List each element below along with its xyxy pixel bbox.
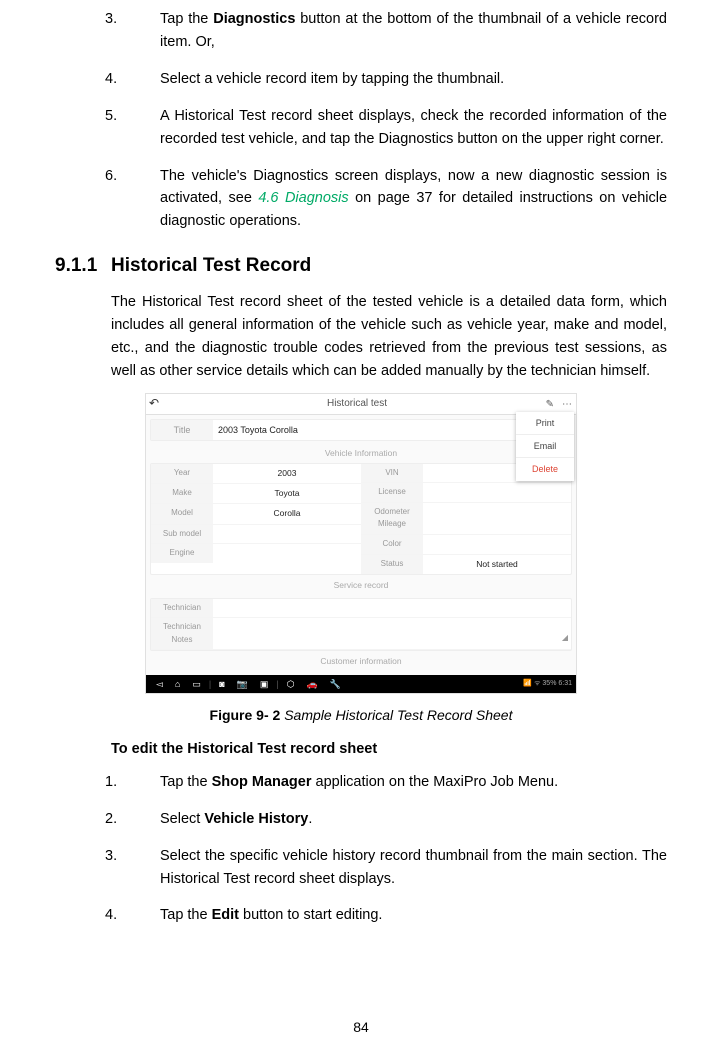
screenshot-icon[interactable]: ◙ [219, 677, 224, 691]
page-number: 84 [0, 1016, 722, 1038]
section-label: Vehicle Information [150, 445, 572, 462]
section-heading: 9.1.1 Historical Test Record [55, 251, 667, 281]
field-label: Engine [151, 544, 213, 563]
top-numbered-list: 3. Tap the Diagnostics button at the bot… [55, 8, 667, 233]
list-item: 3. Tap the Diagnostics button at the bot… [55, 8, 667, 54]
field-value[interactable] [423, 503, 571, 534]
field-label: Color [361, 535, 423, 554]
field-label: Model [151, 504, 213, 523]
figure-caption: Figure 9- 2 Sample Historical Test Recor… [55, 704, 667, 726]
menu-item-print[interactable]: Print [516, 412, 574, 435]
item-number: 1. [55, 771, 160, 794]
field-value[interactable]: 2003 Toyota Corolla [213, 420, 303, 440]
section-label: Service record [150, 577, 572, 594]
item-number: 4. [55, 68, 160, 91]
bottom-numbered-list: 1. Tap the Shop Manager application on t… [55, 771, 667, 928]
overflow-menu: Print Email Delete [516, 412, 574, 481]
field-label: Year [151, 464, 213, 483]
menu-item-delete[interactable]: Delete [516, 458, 574, 480]
field-value[interactable] [213, 544, 361, 563]
vehicle-info-grid: Year2003 MakeToyota ModelCorolla Sub mod… [150, 463, 572, 576]
figure: ↶ Historical test ✎ ⋯ Print Email Delete… [55, 393, 667, 726]
body-paragraph: The Historical Test record sheet of the … [111, 291, 667, 383]
recents-nav-icon[interactable]: ▭ [192, 677, 201, 691]
camera-icon[interactable]: 📷 [237, 677, 248, 691]
list-item: 2. Select Vehicle History. [55, 808, 667, 831]
item-text: Select Vehicle History. [160, 808, 667, 831]
field-value[interactable] [213, 599, 571, 618]
car-icon[interactable]: 🚗 [307, 677, 318, 691]
home-nav-icon[interactable]: ⌂ [175, 677, 180, 691]
status-text: 📶 ᯤ 35% 6:31 [523, 678, 572, 689]
field-value[interactable]: Not started [423, 555, 571, 574]
section-number: 9.1.1 [55, 251, 111, 281]
field-label: Odometer Mileage [361, 503, 423, 534]
item-number: 5. [55, 105, 160, 151]
back-icon[interactable]: ↶ [146, 394, 162, 413]
list-item: 4. Tap the Edit button to start editing. [55, 904, 667, 927]
back-nav-icon[interactable]: ◅ [156, 677, 163, 691]
list-item: 3. Select the specific vehicle history r… [55, 845, 667, 891]
field-label: Technician Notes [151, 618, 213, 649]
field-label: Make [151, 484, 213, 503]
title-field: Title 2003 Toyota Corolla [150, 419, 572, 441]
resize-handle-icon[interactable]: ◢ [562, 632, 568, 645]
item-text: Tap the Diagnostics button at the bottom… [160, 8, 667, 54]
android-navbar: ◅ ⌂ ▭ | ◙ 📷 ▣ | ⬡ 🚗 🔧 📶 ᯤ 35% 6:31 [146, 675, 576, 693]
field-label: VIN [361, 464, 423, 483]
vci-icon[interactable]: ⬡ [287, 677, 295, 691]
menu-item-email[interactable]: Email [516, 435, 574, 458]
section-label: Customer information [150, 653, 572, 670]
field-label: Sub model [151, 525, 213, 544]
field-label: License [361, 483, 423, 502]
field-value[interactable] [423, 483, 571, 502]
field-label: Technician [151, 599, 213, 618]
item-number: 6. [55, 165, 160, 234]
screenshot-mock: ↶ Historical test ✎ ⋯ Print Email Delete… [145, 393, 577, 694]
field-value[interactable] [213, 525, 361, 544]
list-item: 4. Select a vehicle record item by tappi… [55, 68, 667, 91]
field-value[interactable]: ◢ [213, 618, 571, 646]
screen-title: Historical test [162, 396, 576, 412]
tool-icon[interactable]: 🔧 [330, 677, 341, 691]
item-text: Select the specific vehicle history reco… [160, 845, 667, 891]
item-text: The vehicle's Diagnostics screen display… [160, 165, 667, 234]
sub-heading: To edit the Historical Test record sheet [111, 738, 667, 761]
field-label: Title [151, 420, 213, 440]
item-number: 3. [55, 845, 160, 891]
list-item: 1. Tap the Shop Manager application on t… [55, 771, 667, 794]
field-label: Status [361, 555, 423, 574]
service-record-block: Technician Technician Notes ◢ [150, 598, 572, 652]
edit-icon[interactable]: ✎ [546, 397, 554, 413]
list-item: 5. A Historical Test record sheet displa… [55, 105, 667, 151]
item-number: 2. [55, 808, 160, 831]
section-title: Historical Test Record [111, 251, 311, 281]
app-icon[interactable]: ▣ [260, 677, 269, 691]
item-text: A Historical Test record sheet displays,… [160, 105, 667, 151]
item-number: 3. [55, 8, 160, 54]
item-text: Select a vehicle record item by tapping … [160, 68, 667, 91]
field-value[interactable]: Corolla [213, 504, 361, 523]
field-value[interactable] [423, 535, 571, 554]
item-text: Tap the Edit button to start editing. [160, 904, 667, 927]
field-value[interactable]: 2003 [213, 464, 361, 483]
item-number: 4. [55, 904, 160, 927]
field-value[interactable]: Toyota [213, 484, 361, 503]
list-item: 6. The vehicle's Diagnostics screen disp… [55, 165, 667, 234]
item-text: Tap the Shop Manager application on the … [160, 771, 667, 794]
cross-reference-link[interactable]: 4.6 Diagnosis [258, 190, 348, 206]
screenshot-header: ↶ Historical test ✎ ⋯ Print Email Delete [146, 394, 576, 415]
overflow-icon[interactable]: ⋯ [562, 397, 572, 413]
